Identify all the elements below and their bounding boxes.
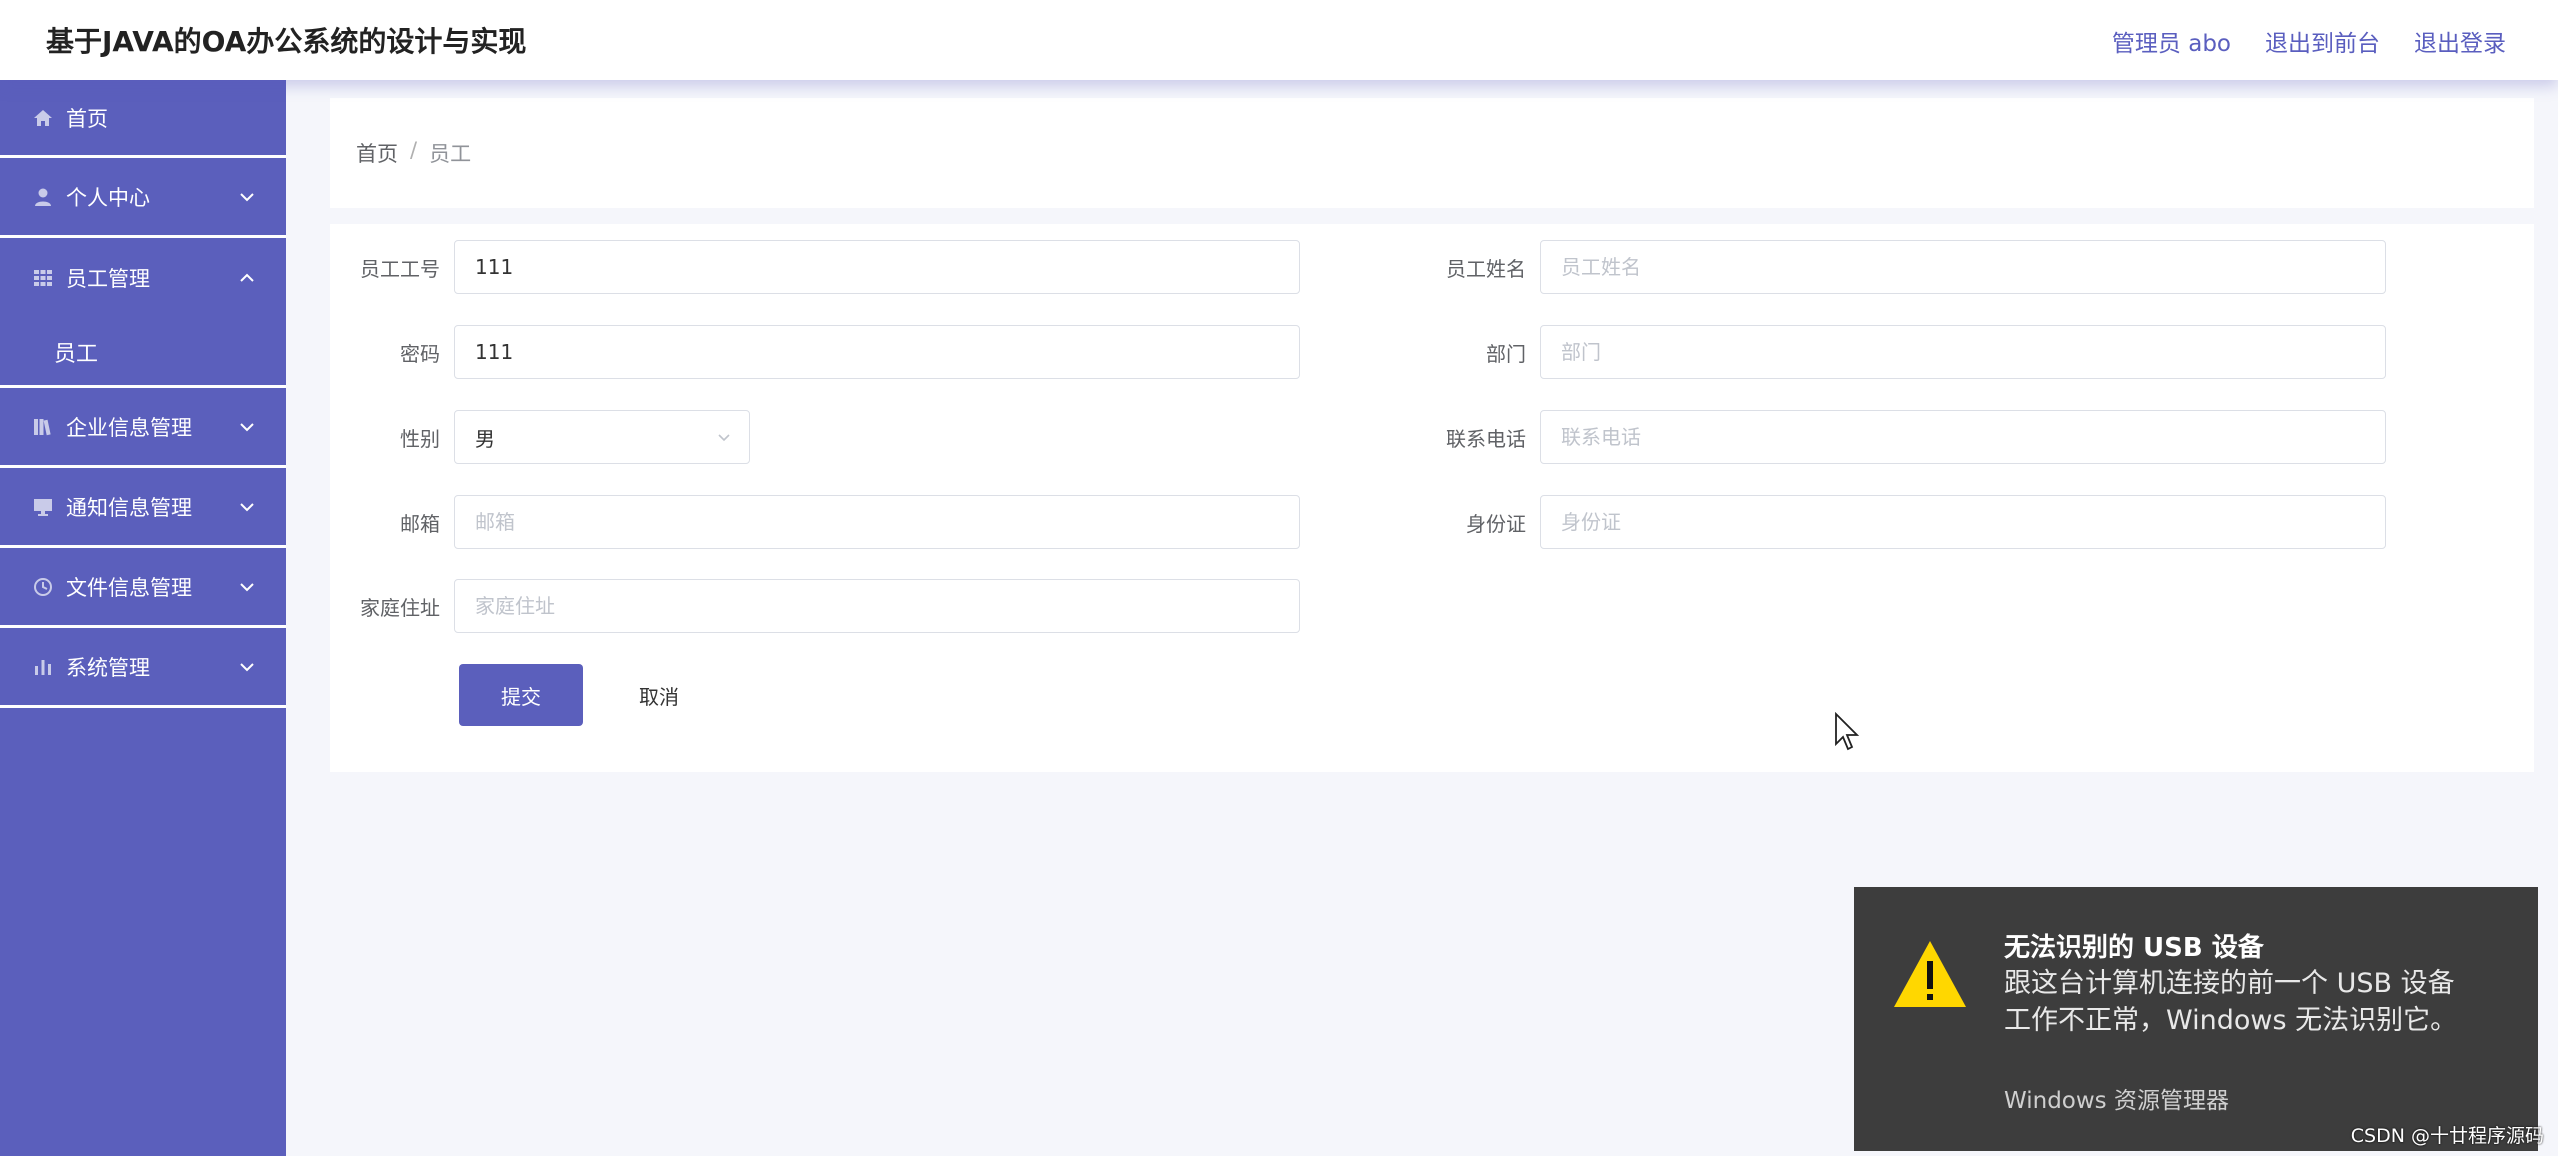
address-label: 家庭住址 <box>360 595 440 620</box>
phone-label: 联系电话 <box>1446 426 1526 451</box>
email-label: 邮箱 <box>400 511 440 536</box>
toast-body: 跟这台计算机连接的前一个 USB 设备工作不正常，Windows 无法识别它。 <box>2004 968 2458 1036</box>
employee-id-input[interactable] <box>454 240 1300 294</box>
sidebar-item-personal-center[interactable]: 个人中心 <box>0 158 286 238</box>
warning-icon <box>1894 941 1966 1007</box>
chevron-down-icon <box>240 582 254 591</box>
employee-name-label: 员工姓名 <box>1446 256 1526 281</box>
form-row-employee-name: 员工姓名 <box>1430 240 2386 294</box>
chevron-down-icon <box>718 434 730 442</box>
top-header: 基于JAVA的OA办公系统的设计与实现 管理员 abo 退出到前台 退出登录 <box>0 0 2558 80</box>
submit-button[interactable]: 提交 <box>459 664 583 726</box>
exit-to-frontend-link[interactable]: 退出到前台 <box>2265 24 2380 58</box>
sidebar: 首页 个人中心 员工管理 员工 企业信息管理 通知信息管理 文件信息管理 系统管… <box>0 80 286 1156</box>
breadcrumb-home[interactable]: 首页 <box>356 138 398 168</box>
form-row-email: 邮箱 <box>344 495 1300 549</box>
id-card-input[interactable] <box>1540 495 2386 549</box>
mouse-cursor-icon <box>1835 712 1860 751</box>
toast-source: Windows 资源管理器 <box>2004 1088 2229 1114</box>
sidebar-subitem-employee[interactable]: 员工 <box>0 318 286 388</box>
sidebar-item-notice-info[interactable]: 通知信息管理 <box>0 468 286 548</box>
form-row-department: 部门 <box>1430 325 2386 379</box>
bar-chart-icon <box>32 656 54 678</box>
phone-input[interactable] <box>1540 410 2386 464</box>
employee-name-input[interactable] <box>1540 240 2386 294</box>
email-input[interactable] <box>454 495 1300 549</box>
sidebar-item-label: 系统管理 <box>66 655 150 680</box>
employee-form: 员工工号 员工姓名 密码 部门 性别 男 联系电话 邮箱 身份证 家庭住址 <box>330 224 2534 772</box>
library-icon <box>32 416 54 438</box>
form-row-address: 家庭住址 <box>344 579 1300 633</box>
chevron-up-icon <box>240 273 254 282</box>
sidebar-item-employee-management[interactable]: 员工管理 <box>0 238 286 318</box>
form-row-employee-id: 员工工号 <box>344 240 1300 294</box>
gender-label: 性别 <box>400 426 440 451</box>
chevron-down-icon <box>240 192 254 201</box>
sidebar-item-company-info[interactable]: 企业信息管理 <box>0 388 286 468</box>
sidebar-item-label: 通知信息管理 <box>66 495 192 520</box>
user-icon <box>32 186 54 208</box>
chevron-down-icon <box>240 662 254 671</box>
breadcrumb-card: 首页 / 员工 <box>330 98 2534 208</box>
logout-link[interactable]: 退出登录 <box>2414 24 2506 58</box>
breadcrumb-current: 员工 <box>429 142 472 166</box>
sidebar-item-label: 员工管理 <box>66 267 150 291</box>
cancel-button[interactable]: 取消 <box>614 664 704 726</box>
sidebar-item-label: 首页 <box>66 106 108 131</box>
form-row-password: 密码 <box>344 325 1300 379</box>
employee-id-label: 员工工号 <box>360 256 440 281</box>
app-title: 基于JAVA的OA办公系统的设计与实现 <box>46 25 527 58</box>
department-input[interactable] <box>1540 325 2386 379</box>
usb-notification-toast[interactable]: 无法识别的 USB 设备 跟这台计算机连接的前一个 USB 设备工作不正常，Wi… <box>1854 887 2538 1151</box>
home-icon <box>32 107 54 129</box>
admin-user-link[interactable]: 管理员 abo <box>2112 24 2231 58</box>
gender-selected-value: 男 <box>475 426 495 451</box>
password-input[interactable] <box>454 325 1300 379</box>
gender-select[interactable]: 男 <box>454 410 750 464</box>
id-card-label: 身份证 <box>1466 511 1526 536</box>
form-row-gender: 性别 男 <box>344 410 750 464</box>
breadcrumb-separator: / <box>410 138 418 162</box>
header-nav: 管理员 abo 退出到前台 退出登录 <box>2112 24 2506 58</box>
form-row-id-card: 身份证 <box>1430 495 2386 549</box>
chevron-down-icon <box>240 502 254 511</box>
form-row-phone: 联系电话 <box>1430 410 2386 464</box>
password-label: 密码 <box>400 341 440 366</box>
sidebar-item-file-info[interactable]: 文件信息管理 <box>0 548 286 628</box>
watermark: CSDN @十廿程序源码 <box>2350 1125 2544 1147</box>
grid-icon <box>32 267 54 289</box>
sidebar-item-system[interactable]: 系统管理 <box>0 628 286 708</box>
sidebar-item-home[interactable]: 首页 <box>0 80 286 158</box>
chevron-down-icon <box>240 422 254 431</box>
sidebar-subitem-label: 员工 <box>54 341 99 367</box>
sidebar-item-label: 企业信息管理 <box>66 415 192 440</box>
monitor-icon <box>32 496 54 518</box>
breadcrumb: 首页 / 员工 <box>356 138 471 168</box>
clock-icon <box>32 576 54 598</box>
sidebar-item-label: 个人中心 <box>66 185 150 210</box>
address-input[interactable] <box>454 579 1300 633</box>
department-label: 部门 <box>1486 341 1526 366</box>
toast-title: 无法识别的 USB 设备 <box>2004 933 2264 963</box>
sidebar-item-label: 文件信息管理 <box>66 575 192 600</box>
